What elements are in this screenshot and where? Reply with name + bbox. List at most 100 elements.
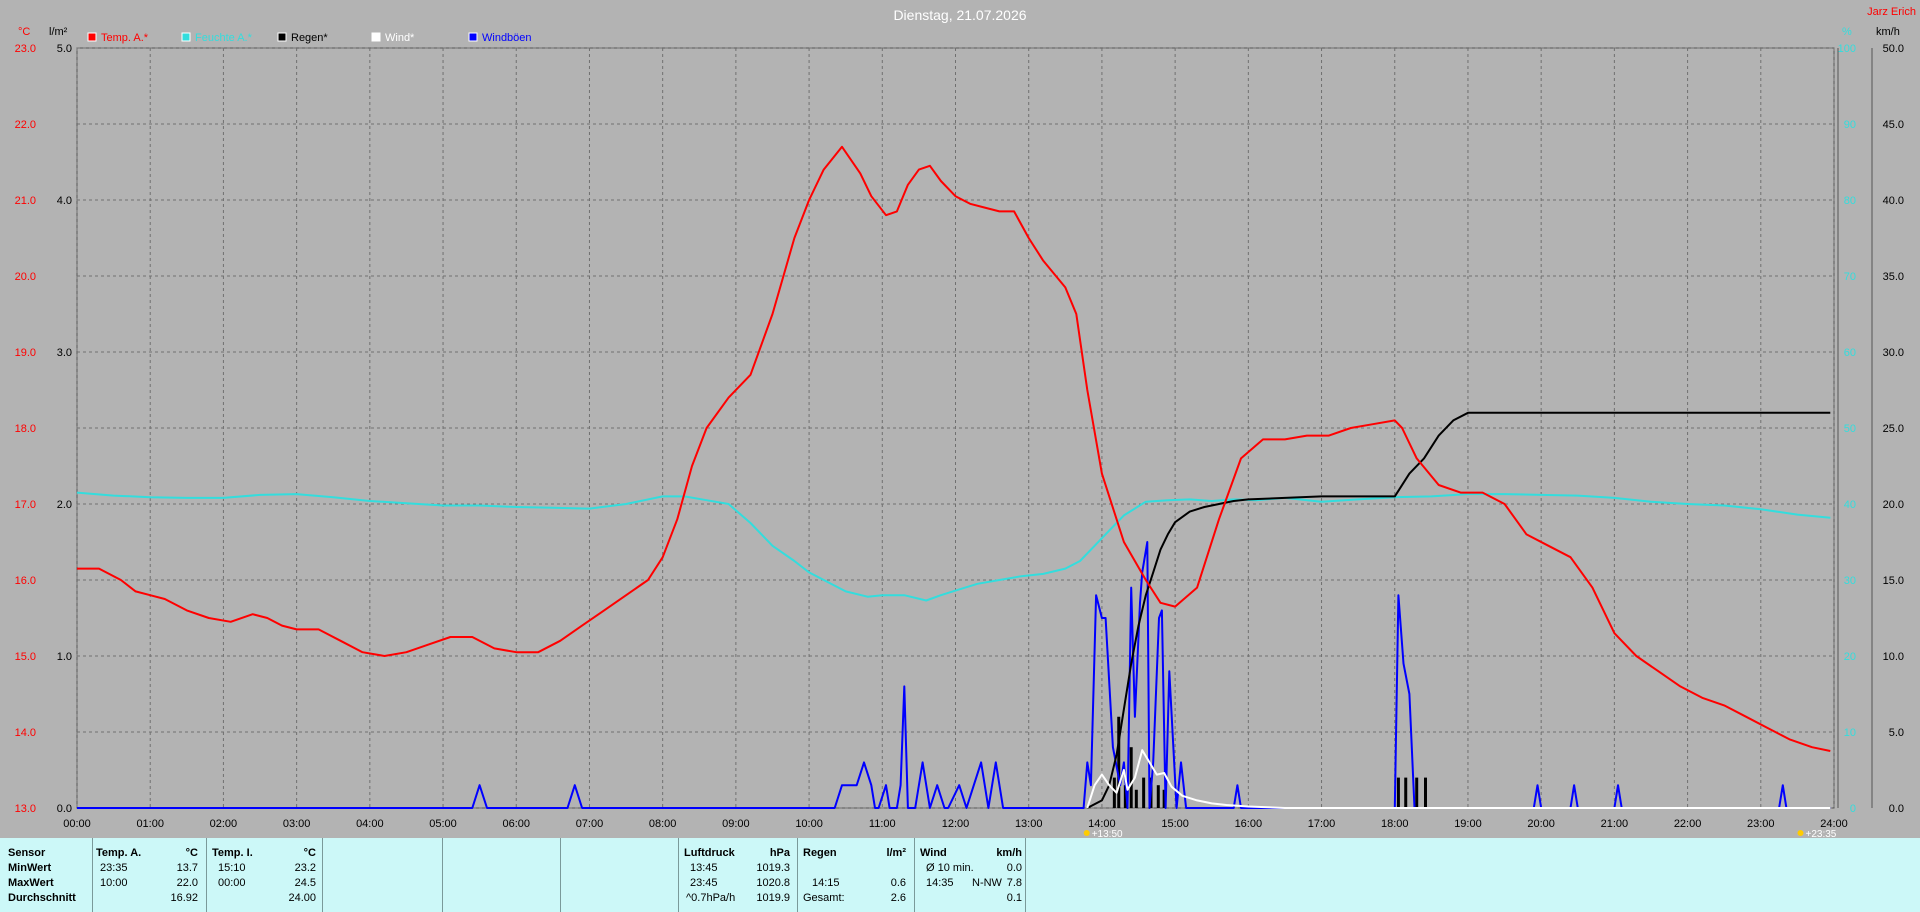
marker-start-icon — [1083, 830, 1090, 836]
rain-tick-label: 4.0 — [57, 195, 72, 207]
humidity-tick-label: 10 — [1844, 727, 1856, 739]
humidity-tick-label: 30 — [1844, 575, 1856, 587]
temp-tick-label: 17.0 — [15, 499, 36, 511]
humidity-tick-label: 50 — [1844, 423, 1856, 435]
x-tick-label: 13:00 — [1015, 818, 1043, 830]
legend-swatch — [371, 32, 381, 42]
legend-label: Regen* — [291, 32, 328, 44]
temp-a-min-value: 13.7 — [176, 862, 198, 874]
x-tick-label: 15:00 — [1161, 818, 1189, 830]
rain-total-value: 2.6 — [890, 892, 906, 904]
pressure-current-value: 1019.9 — [756, 892, 790, 904]
wind-tick-label: 45.0 — [1883, 119, 1904, 131]
wind-tick-label: 25.0 — [1883, 423, 1904, 435]
x-tick-label: 09:00 — [722, 818, 750, 830]
temp-i-max-value: 24.5 — [294, 877, 316, 889]
temp-a-avg-value: 16.92 — [170, 892, 198, 904]
temp-tick-label: 18.0 — [15, 423, 36, 435]
x-tick-label: 02:00 — [210, 818, 238, 830]
x-tick-label: 22:00 — [1674, 818, 1702, 830]
temp-a-max-value: 22.0 — [176, 877, 198, 889]
rain-tick-label: 2.0 — [57, 499, 72, 511]
pressure-header: Luftdruck — [684, 847, 735, 859]
chart-date-title: Dienstag, 21.07.2026 — [893, 7, 1026, 23]
marker-end-icon — [1797, 830, 1804, 836]
rain-tick-label: 0.0 — [57, 803, 72, 815]
temp-a-max-time: 10:00 — [100, 877, 128, 889]
humidity-tick-label: 80 — [1844, 195, 1856, 207]
rain-unit-label: l/m² — [49, 26, 68, 38]
x-tick-label: 16:00 — [1235, 818, 1263, 830]
wind-unit: km/h — [996, 847, 1022, 859]
wind-tick-label: 20.0 — [1883, 499, 1904, 511]
x-tick-label: 23:00 — [1747, 818, 1775, 830]
rain-max-value: 0.6 — [890, 877, 906, 889]
temp-tick-label: 22.0 — [15, 119, 36, 131]
pressure-trend: ^0.7hPa/h — [686, 892, 736, 904]
summary-panel: Sensor MinWert MaxWert Durchschnitt Temp… — [0, 838, 1920, 912]
legend-label: Temp. A.* — [101, 32, 149, 44]
rain-header: Regen — [803, 847, 837, 859]
rain-unit: l/m² — [886, 847, 906, 859]
x-tick-label: 11:00 — [869, 818, 896, 830]
legend-label: Windböen — [482, 32, 532, 44]
brand-label: Jarz Erich — [1867, 6, 1916, 18]
x-tick-label: 19:00 — [1454, 818, 1482, 830]
temp-i-min-value: 23.2 — [294, 862, 316, 874]
temp-i-avg-value: 24.00 — [288, 892, 316, 904]
temp-a-unit: °C — [185, 847, 198, 859]
x-tick-label: 06:00 — [502, 818, 530, 830]
x-tick-label: 00:00 — [63, 818, 91, 830]
x-tick-label: 20:00 — [1527, 818, 1555, 830]
wind-unit-label: km/h — [1876, 26, 1900, 38]
rain-tick-label: 5.0 — [57, 43, 72, 55]
humidity-tick-label: 70 — [1844, 271, 1856, 283]
pressure-unit: hPa — [769, 847, 790, 859]
humidity-tick-label: 20 — [1844, 651, 1856, 663]
wind-max-direction: N-NW — [972, 877, 1002, 889]
wind-avg-value: 0.0 — [1006, 862, 1022, 874]
wind-avg-label: Ø 10 min. — [926, 862, 974, 874]
minwert-label: MinWert — [8, 862, 52, 874]
weather-chart: Dienstag, 21.07.2026 Jarz Erich °C l/m² … — [15, 6, 1916, 838]
x-tick-label: 05:00 — [429, 818, 457, 830]
humidity-tick-label: 100 — [1838, 43, 1856, 55]
temp-tick-label: 23.0 — [15, 43, 36, 55]
legend-label: Wind* — [385, 32, 415, 44]
wind-header: Wind — [920, 847, 947, 859]
x-tick-label: 10:00 — [795, 818, 823, 830]
marker-start-label: +13:50 — [1092, 829, 1123, 838]
humidity-tick-label: 0 — [1850, 803, 1856, 815]
wind-tick-label: 40.0 — [1883, 195, 1904, 207]
x-tick-label: 21:00 — [1601, 818, 1629, 830]
wind-tick-label: 5.0 — [1889, 727, 1904, 739]
x-tick-label: 12:00 — [942, 818, 970, 830]
rain-total-label: Gesamt: — [803, 892, 845, 904]
temp-tick-label: 19.0 — [15, 347, 36, 359]
wind-max-value: 7.8 — [1006, 877, 1022, 889]
x-tick-label: 17:00 — [1308, 818, 1336, 830]
x-tick-label: 08:00 — [649, 818, 677, 830]
temp-tick-label: 16.0 — [15, 575, 36, 587]
rain-tick-label: 1.0 — [57, 651, 72, 663]
x-tick-label: 07:00 — [576, 818, 604, 830]
sensor-header: Sensor — [8, 847, 46, 859]
rain-max-time: 14:15 — [812, 877, 840, 889]
pressure-max-time: 23:45 — [690, 877, 718, 889]
pressure-max-value: 1020.8 — [756, 877, 790, 889]
x-tick-label: 04:00 — [356, 818, 384, 830]
wind-tick-label: 0.0 — [1889, 803, 1904, 815]
maxwert-label: MaxWert — [8, 877, 54, 889]
legend-swatch — [181, 32, 191, 42]
temp-a-header: Temp. A. — [96, 847, 142, 859]
temp-tick-label: 14.0 — [15, 727, 36, 739]
pressure-min-time: 13:45 — [690, 862, 718, 874]
legend-swatch — [277, 32, 287, 42]
humidity-unit-label: % — [1842, 26, 1852, 38]
legend-label: Feuchte A.* — [195, 32, 253, 44]
marker-end-label: +23:35 — [1805, 829, 1836, 838]
temp-i-unit: °C — [303, 847, 316, 859]
legend-swatch — [468, 32, 478, 42]
wind-tick-label: 15.0 — [1883, 575, 1904, 587]
wind-daily-avg-value: 0.1 — [1006, 892, 1022, 904]
